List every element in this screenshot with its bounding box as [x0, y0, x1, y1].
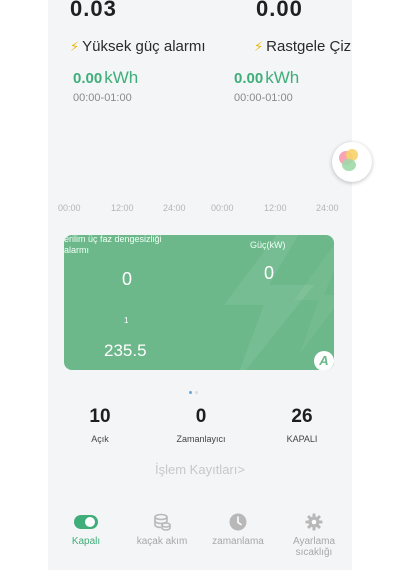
- mode-badge[interactable]: A: [314, 351, 334, 370]
- operation-logs-link[interactable]: İşlem Kayıtları>: [48, 462, 352, 477]
- imbalance-value: 0: [122, 269, 133, 289]
- nav-label: zamanlama: [212, 536, 264, 547]
- power-value: 0: [264, 263, 275, 283]
- nav-item-off[interactable]: Kapalı: [48, 510, 124, 547]
- top-value-left: 0.03: [70, 0, 117, 21]
- stat-timer-label: Zamanlayıcı: [176, 434, 226, 444]
- status-card[interactable]: erilim üç faz dengesizliği alarmı Güç(kW…: [64, 235, 334, 370]
- clock-icon: [229, 513, 247, 531]
- nav-item-leakage[interactable]: kaçak akım: [124, 510, 200, 547]
- stat-timer-value: 0: [195, 406, 207, 427]
- timeline-tick: 12:00: [111, 203, 134, 213]
- top-value-right: 0.00: [256, 0, 303, 21]
- alarm-label-right: Rastgele Çiz: [266, 38, 352, 55]
- time-range-left: 00:00-01:00: [73, 92, 132, 104]
- timeline-tick: 00:00: [58, 203, 81, 213]
- small-value: 1: [124, 316, 129, 325]
- energy-value-right: 0.00: [234, 70, 264, 87]
- nav-label: kaçak akım: [136, 536, 188, 547]
- stat-closed: 26 KAPALI: [262, 406, 342, 444]
- stat-open-label: Açık: [91, 434, 109, 444]
- time-range-right: 00:00-01:00: [234, 92, 293, 104]
- imbalance-alarm-label: erilim üç faz dengesizliği alarmı: [64, 235, 162, 255]
- coins-icon: [154, 513, 171, 531]
- stat-open: 10 Açık: [60, 406, 140, 444]
- energy-right: 0.00 kWh: [234, 68, 299, 88]
- gear-icon: [305, 513, 323, 531]
- lightning-icon: ⚡: [254, 39, 264, 54]
- stat-timer: 0 Zamanlayıcı: [161, 406, 241, 444]
- page-dot-active: [189, 391, 192, 394]
- energy-unit-right: kWh: [265, 68, 300, 87]
- nav-label: Ayarlama sıcaklığı: [292, 536, 336, 558]
- page-indicator: [189, 381, 201, 399]
- alarm-label-left: Yüksek güç alarmı: [82, 38, 206, 55]
- stat-closed-label: KAPALI: [286, 434, 318, 444]
- page-dot: [195, 391, 198, 394]
- power-label: Güç(kW): [250, 240, 286, 250]
- timeline-tick: 24:00: [316, 203, 339, 213]
- lightning-watermark-icon: [224, 235, 334, 370]
- energy-unit-left: kWh: [104, 68, 139, 87]
- lightning-icon: ⚡: [70, 39, 80, 54]
- nav-item-schedule[interactable]: zamanlama: [200, 510, 276, 547]
- timeline-tick: 00:00: [211, 203, 234, 213]
- app-screen: 0.03 0.00 ⚡ Yüksek güç alarmı ⚡ Rastgele Ç…: [48, 0, 352, 570]
- stat-closed-value: 26: [291, 406, 313, 427]
- stat-open-value: 10: [89, 406, 111, 427]
- timeline-tick: 24:00: [163, 203, 186, 213]
- energy-value-left: 0.00: [73, 70, 103, 87]
- voltage-value: 235.5: [104, 341, 147, 360]
- alarm-card-left[interactable]: ⚡ Yüksek güç alarmı: [70, 38, 206, 55]
- bottom-nav: Kapalı kaçak akım zamanlama Ayarlama sıc…: [48, 510, 352, 570]
- energy-left: 0.00 kWh: [73, 68, 138, 88]
- assistant-icon: [342, 159, 356, 171]
- nav-item-temperature[interactable]: Ayarlama sıcaklığı: [276, 510, 352, 558]
- nav-label: Kapalı: [71, 536, 101, 547]
- floating-assistant-button[interactable]: [332, 142, 372, 182]
- alarm-card-right[interactable]: ⚡ Rastgele Çiz: [254, 38, 351, 55]
- timeline-tick: 12:00: [264, 203, 287, 213]
- toggle-icon: [74, 515, 98, 529]
